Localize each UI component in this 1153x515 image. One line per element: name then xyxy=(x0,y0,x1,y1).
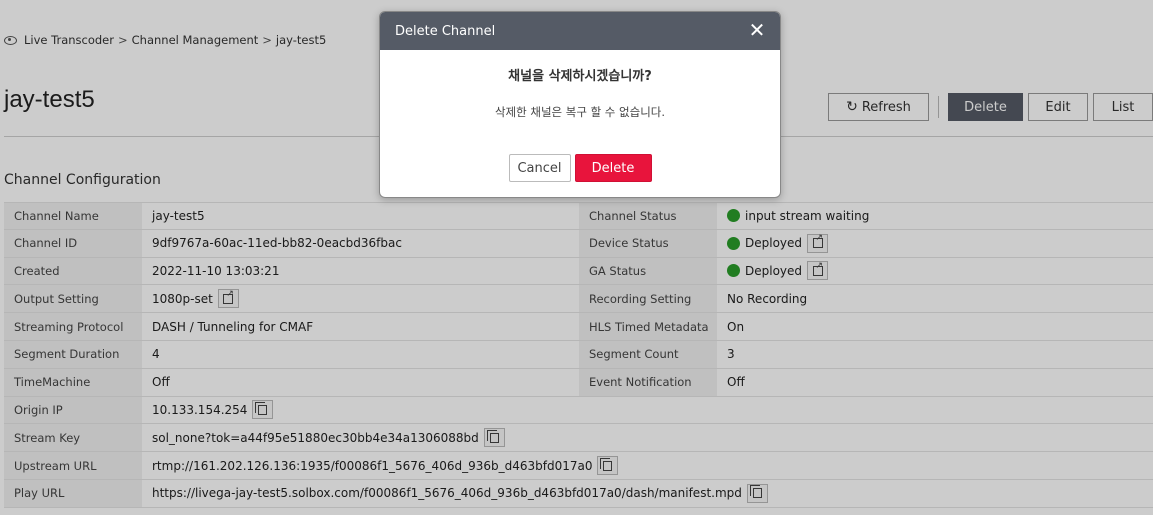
dialog-header: Delete Channel ✕ xyxy=(380,12,780,50)
dialog-question: 채널을 삭제하시겠습니까? xyxy=(508,69,652,84)
delete-channel-dialog: Delete Channel ✕ 채널을 삭제하시겠습니까? 삭제한 채널은 복… xyxy=(379,11,781,198)
confirm-delete-button[interactable]: Delete xyxy=(574,154,652,182)
dialog-title: Delete Channel xyxy=(395,23,496,39)
cancel-button[interactable]: Cancel xyxy=(508,154,571,182)
dialog-message: 삭제한 채널은 복구 할 수 없습니다. xyxy=(494,105,666,119)
dialog-actions: Cancel Delete xyxy=(380,154,780,182)
close-icon[interactable]: ✕ xyxy=(748,20,766,40)
